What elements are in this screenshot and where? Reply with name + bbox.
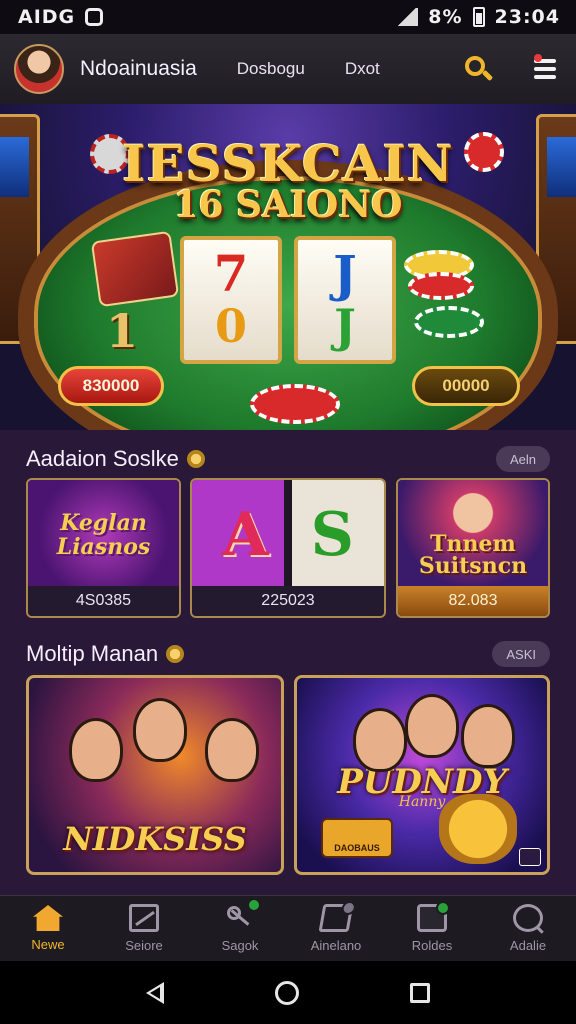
reel-symbol: J — [333, 244, 357, 303]
tab-rolles[interactable]: Roldes — [384, 896, 480, 961]
coin-icon — [166, 645, 185, 663]
game-tile-value: 82.083 — [398, 586, 548, 616]
game-tile[interactable]: Tnnem Suitsncn 82.083 — [396, 478, 550, 618]
fullscreen-icon[interactable] — [519, 848, 541, 866]
character-image — [461, 704, 515, 768]
hero-subtitle: 16 SAIONO — [173, 184, 403, 226]
tab-label: Seiore — [125, 938, 163, 953]
reel-symbol: 7 — [213, 244, 249, 303]
section-header-2: Moltip Manan ASKI — [26, 639, 550, 669]
character-image — [69, 718, 123, 782]
character-image — [133, 698, 187, 762]
game-tile-art: Tnnem Suitsncn — [398, 480, 548, 590]
brand-title: Ndoainuasia — [80, 57, 197, 80]
dice-card-image — [90, 230, 180, 308]
square-icon — [85, 8, 104, 26]
character-image — [353, 708, 407, 772]
reel-symbol: 0 — [214, 299, 247, 353]
home-icon[interactable] — [274, 980, 299, 1005]
character-image — [205, 718, 259, 782]
section-title: Moltip Manan — [26, 641, 159, 666]
character-image — [405, 694, 459, 758]
chip-icon — [414, 306, 484, 338]
search-circle-icon — [513, 904, 543, 932]
battery-percent: 8% — [428, 6, 463, 28]
share-icon — [225, 898, 261, 932]
featured-game-title: NIDKSISS — [63, 820, 247, 858]
tab-search[interactable]: Adalie — [480, 896, 576, 961]
hero-left-button[interactable]: 830000 — [58, 366, 164, 406]
hero-right-button[interactable]: 00000 — [412, 366, 520, 406]
app-header: Ndoainuasia Dosbogu Dxot — [0, 34, 576, 104]
back-icon[interactable] — [145, 981, 164, 1004]
tab-home[interactable]: Newe — [0, 896, 96, 961]
tab-label: Ainelano — [310, 938, 362, 953]
signal-icon — [396, 8, 419, 26]
see-more-button[interactable]: ASKI — [492, 641, 550, 667]
slot-reel-1: 7 0 — [180, 236, 282, 364]
search-icon[interactable] — [462, 53, 494, 85]
chip-icon — [250, 384, 340, 424]
game-tile-art: Keglan Liasnos — [28, 480, 179, 590]
tab-label: Newe — [31, 937, 65, 952]
game-tile[interactable]: A S 225023 — [190, 478, 386, 618]
clock: 23:04 — [494, 6, 560, 28]
chip-icon — [408, 272, 474, 300]
home-icon — [33, 905, 63, 931]
system-navigation-bar — [0, 961, 576, 1024]
reel-symbol: S — [310, 500, 354, 570]
slot-reel-2: J J — [294, 236, 396, 364]
featured-game-tile[interactable]: NIDKSISS — [26, 675, 284, 875]
hero-banner[interactable]: IESSKCAIN 16 SAIONO 1 7 0 J J 830000 000… — [0, 104, 576, 430]
reel-symbol: A — [222, 500, 269, 570]
coin-icon — [186, 450, 205, 468]
golden-cat-image — [439, 794, 517, 864]
game-tile[interactable]: Keglan Liasnos 4S0385 — [26, 478, 181, 618]
tab-label: Adalie — [509, 938, 547, 953]
tab-share[interactable]: Sagok — [192, 896, 288, 961]
nav-link-1[interactable]: Dosbogu — [237, 59, 305, 79]
bottom-navigation: Newe Seiore Sagok Ainelano Roldes Adalie — [0, 895, 576, 961]
tab-label: Sagok — [221, 938, 259, 953]
tab-label: Roldes — [411, 938, 453, 953]
section-title: Aadaion Soslke — [26, 446, 179, 471]
game-tile-value: 225023 — [192, 586, 384, 616]
game-tile-value: 4S0385 — [28, 586, 179, 616]
status-left-text: AIDG — [18, 6, 76, 28]
nav-link-2[interactable]: Dxot — [345, 59, 380, 79]
featured-game-tile[interactable]: PUDNDY Hanny DAOBAUS — [294, 675, 550, 875]
see-more-button[interactable]: Aeln — [495, 446, 550, 472]
recents-icon[interactable] — [410, 982, 431, 1003]
tab-score[interactable]: Seiore — [96, 896, 192, 961]
tab-edit[interactable]: Ainelano — [288, 896, 384, 961]
game-tile-title: Keglan Liasnos — [56, 510, 151, 560]
stack-icon — [417, 901, 450, 932]
status-bar: AIDG 8% 23:04 — [0, 0, 576, 34]
chart-box-icon — [129, 904, 159, 932]
section-header-1: Aadaion Soslke Aeln — [26, 444, 550, 474]
reel-symbol: J — [334, 299, 356, 353]
hero-left-number: 1 — [106, 304, 139, 358]
game-tile-title: Tnnem Suitsncn — [418, 531, 528, 579]
avatar[interactable] — [14, 44, 64, 94]
battery-icon — [472, 7, 485, 27]
menu-icon[interactable] — [532, 54, 562, 84]
edit-icon — [318, 901, 357, 932]
game-tile-art: A S — [192, 480, 384, 590]
sign-label: DAOBAUS — [321, 818, 393, 858]
